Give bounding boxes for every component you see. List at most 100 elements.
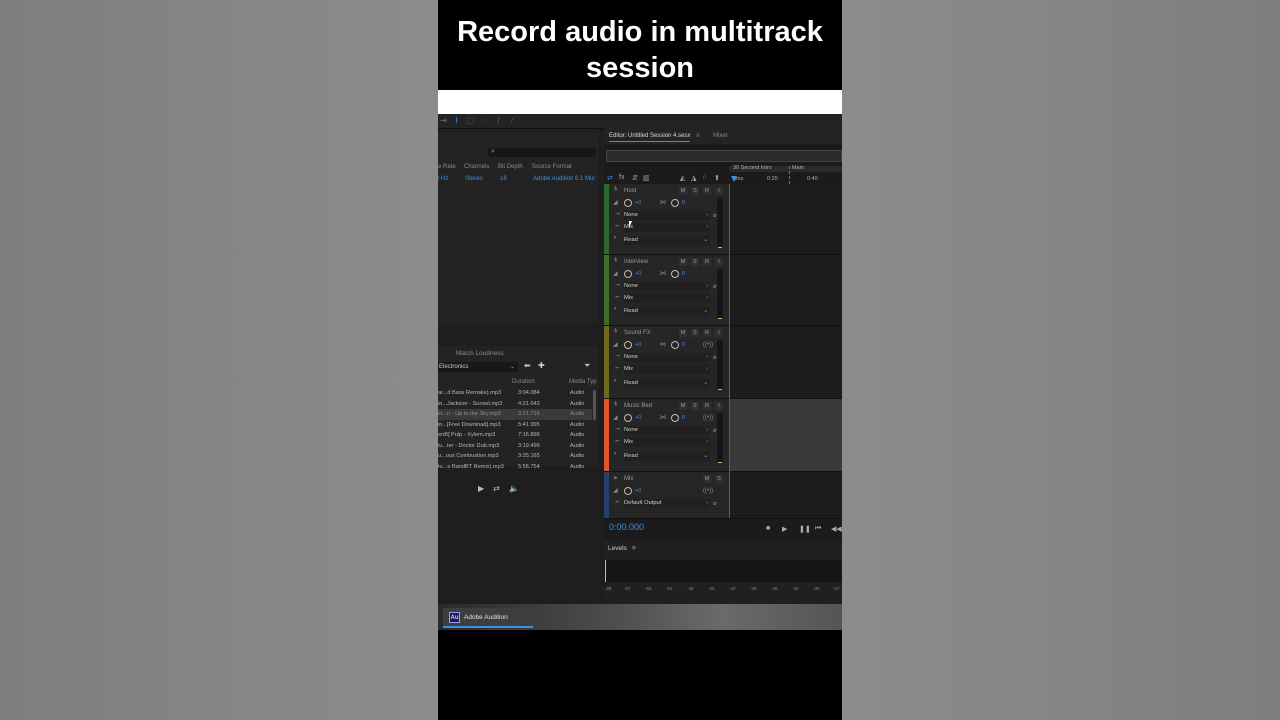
volume-value[interactable]: +0 [635,488,641,494]
input-select[interactable]: None › [624,211,710,220]
marker-30-second-intro[interactable]: 30 Second Intro [733,165,772,171]
media-row[interactable]: enB] Pulp - Xylem.mp3 7:16.896 Audio [438,430,592,441]
skip-start-icon[interactable]: ⏮ [815,525,821,533]
automation-mode-select[interactable]: Read ⌄ [624,307,710,316]
loop-icon[interactable]: ⇄ [493,484,500,493]
spot-healing-tool-icon[interactable]: ⁄ [508,116,517,125]
track-name[interactable]: Music Bed [624,403,652,409]
mute-button[interactable]: M [679,402,687,410]
time-selection-tool-icon[interactable]: I [452,116,461,125]
pan-value[interactable]: 0 [682,200,685,206]
stop-icon[interactable]: ■ [766,525,770,532]
solo-button[interactable]: S [691,187,699,195]
monitor-input-button[interactable]: I [715,329,723,337]
automation-mode-select[interactable]: Read ⌄ [624,379,710,388]
volume-knob[interactable] [624,414,632,422]
media-row[interactable]: in...[Free Download].mp3 5:41.995 Audio [438,420,592,431]
fx-icon[interactable]: fx [619,174,624,181]
brush-tool-icon[interactable]: / [494,116,503,125]
levels-menu-icon[interactable]: ≡ [632,545,636,552]
tab-editor[interactable]: Editor: Untitled Session 4.sesx [609,133,691,142]
tab-menu-icon[interactable]: ≡ [696,133,700,139]
session-overview-bar[interactable] [606,150,842,162]
solo-button[interactable]: S [715,475,723,483]
track-interview[interactable]: ⫩ Interview M S R I ◢ +0 ⋈ 0 → None › ⌀ … [604,255,842,326]
solo-button[interactable]: S [691,329,699,337]
add-shortcut-icon[interactable]: ✚ [538,361,545,370]
input-select[interactable]: None › [624,426,710,435]
output-select[interactable]: Mix › [624,365,710,374]
track-sound-fx[interactable]: ⫩ Sound FX M S R I ◢ +0 ⋈ 0 ((•)) → None… [604,326,842,399]
header-source-format[interactable]: Source Format [532,164,572,170]
levels-title[interactable]: Levels [608,545,627,552]
stereo-link-icon[interactable]: ((•)) [703,342,713,348]
match-loudness-tab[interactable]: Match Loudness [456,350,504,357]
category-dropdown[interactable]: Electronics ⌄ [438,362,518,372]
snapping-icon[interactable]: ◮ [691,174,696,182]
pan-value[interactable]: 0 [682,342,685,348]
marquee-tool-icon[interactable]: ⬚ [466,116,475,125]
speaker-icon[interactable]: 🔈 [509,484,519,493]
volume-value[interactable]: +0 [635,342,641,348]
file-bit-depth[interactable]: 16 [500,176,507,182]
volume-value[interactable]: +0 [635,271,641,277]
playhead-marker[interactable] [731,176,737,182]
file-sample-rate[interactable]: l Hz [438,176,448,182]
magnet-icon[interactable]: ∩ [702,174,707,181]
volume-knob[interactable] [624,270,632,278]
volume-knob[interactable] [624,199,632,207]
move-tool-icon[interactable]: ⇥ [439,116,448,125]
stereo-link-icon[interactable]: ((•)) [703,488,713,494]
file-channels[interactable]: Stereo [465,176,483,182]
header-duration[interactable]: Duration [512,379,535,385]
media-row[interactable]: tu...e BandBT Remix).mp3 5:56.754 Audio [438,462,592,473]
output-select[interactable]: Default Output › [624,499,710,508]
header-channels[interactable]: Channels [464,164,489,170]
track-name[interactable]: Sound FX [624,330,651,336]
play-icon[interactable]: ▶ [782,525,787,533]
solo-button[interactable]: S [691,402,699,410]
volume-knob[interactable] [624,487,632,495]
mute-button[interactable]: M [679,329,687,337]
expand-chevron-icon[interactable]: › [614,451,616,457]
media-row-selected[interactable]: in...n - Up to the Sky.mp3 3:21.716 Audio [438,409,592,420]
time-display[interactable]: 0:00.000 [609,522,644,532]
output-select[interactable]: Mix › [624,223,710,232]
track-host[interactable]: ⫩ Host M S R I ◢ +0 ⋈ 0 → None › ⌀ ← Mix… [604,184,842,255]
pan-knob[interactable] [671,414,679,422]
input-select[interactable]: None › [624,353,710,362]
monitor-input-button[interactable]: I [715,402,723,410]
files-search-input[interactable]: ⌕ [488,148,596,157]
track-clip-area[interactable] [729,399,842,471]
volume-knob[interactable] [624,341,632,349]
track-music-bed[interactable]: ⫩ Music Bed M S R I ◢ +0 ⋈ 0 ((•)) → Non… [604,399,842,472]
output-select[interactable]: Mix › [624,438,710,447]
output-select[interactable]: Mix › [624,294,710,303]
play-icon[interactable]: ▶ [478,484,484,493]
pan-value[interactable]: 0 [682,415,685,421]
media-row[interactable]: in...Jackson - Sunset.mp3 4:21.642 Audio [438,399,592,410]
swap-icon[interactable]: ⇄ [607,174,613,182]
record-arm-button[interactable]: R [703,402,711,410]
pan-knob[interactable] [671,270,679,278]
media-row[interactable]: u...ous Combustion.mp3 3:25.165 Audio [438,451,592,462]
pan-value[interactable]: 0 [682,271,685,277]
automation-mode-select[interactable]: Read ⌄ [624,452,710,461]
phase-icon[interactable]: ⌀ [713,500,717,507]
mute-button[interactable]: M [679,187,687,195]
record-arm-button[interactable]: R [703,258,711,266]
stereo-link-icon[interactable]: ((•)) [703,415,713,421]
tab-mixer[interactable]: Mixer [713,133,728,139]
monitor-input-button[interactable]: I [715,258,723,266]
back-arrow-icon[interactable]: ⬅ [524,361,531,370]
track-mix[interactable]: ⪢ Mix M S ◢ +0 ((•)) ← Default Output › ⌀ [604,472,842,519]
marker-main[interactable]: Main [792,165,804,171]
media-row[interactable]: ar...d Bass Remake).mp3 3:04.084 Audio [438,388,592,399]
track-clip-area[interactable] [729,472,842,518]
track-name[interactable]: Mix [624,476,633,482]
pan-knob[interactable] [671,199,679,207]
pan-knob[interactable] [671,341,679,349]
expand-chevron-icon[interactable]: › [614,306,616,312]
mute-button[interactable]: M [679,258,687,266]
volume-value[interactable]: +0 [635,200,641,206]
